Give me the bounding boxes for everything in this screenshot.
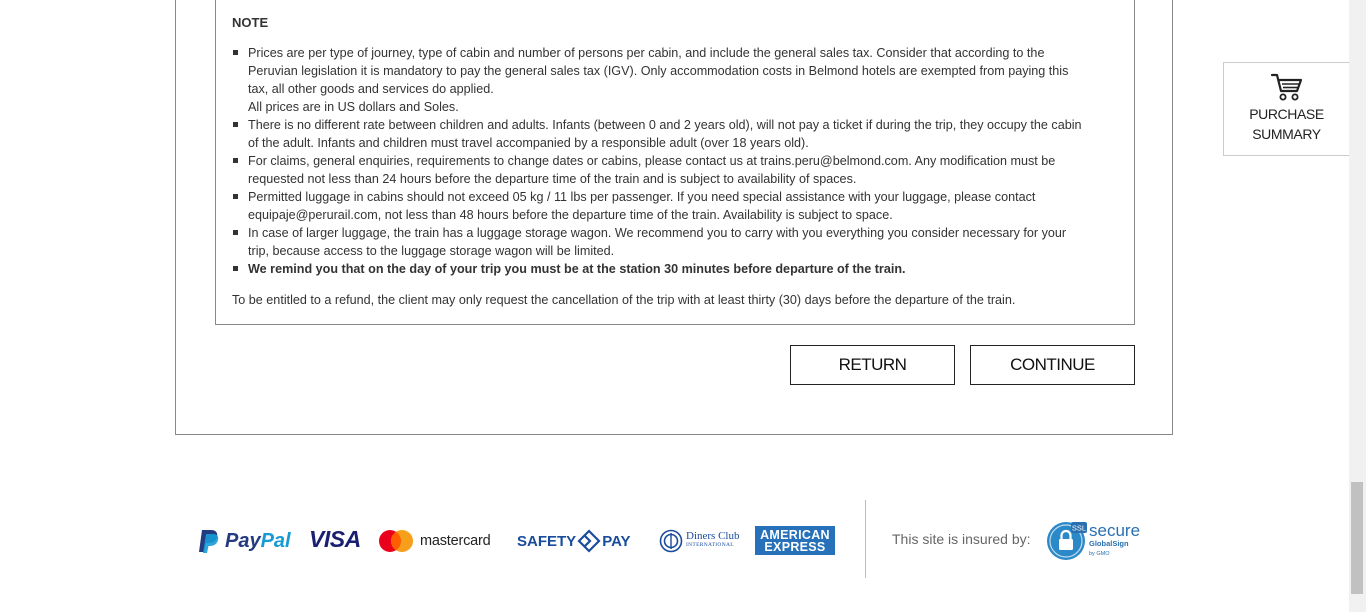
bullet-icon [233, 122, 238, 127]
note-item-luggage: Permitted luggage in cabins should not e… [232, 188, 1119, 224]
note-item-prices: Prices are per type of journey, type of … [232, 44, 1119, 116]
refund-policy-text: To be entitled to a refund, the client m… [232, 293, 1016, 307]
cart-icon [1270, 73, 1302, 101]
american-express-logo: AMERICAN EXPRESS [755, 526, 835, 555]
ssl-lock-icon: SSL [1047, 522, 1087, 560]
mastercard-icon [379, 530, 413, 552]
insured-by-label: This site is insured by: [892, 531, 1031, 547]
note-item-children: There is no different rate between child… [232, 116, 1119, 152]
footer-divider [865, 500, 866, 578]
bullet-icon [233, 230, 238, 235]
diners-club-icon [659, 529, 683, 553]
bullet-icon [233, 50, 238, 55]
purchase-summary-label: PURCHASE SUMMARY [1249, 106, 1324, 142]
paypal-icon [199, 530, 219, 553]
note-item-storage-wagon: In case of larger luggage, the train has… [232, 224, 1119, 260]
mastercard-logo: mastercard [378, 529, 491, 553]
ssl-badge-text: SSL [1072, 524, 1086, 533]
page-scrollbar[interactable] [1349, 0, 1366, 612]
note-item-reminder: We remind you that on the day of your tr… [232, 260, 1119, 278]
purchase-summary-tab[interactable]: PURCHASE SUMMARY [1223, 62, 1350, 156]
paypal-logo: PayPal [198, 527, 291, 555]
visa-logo: VISA [309, 526, 361, 552]
ssl-secure-badge: SSL secure GlobalSign by GMO [1045, 520, 1140, 562]
safetypay-logo: SAFETY PAY [517, 529, 631, 553]
note-list: Prices are per type of journey, type of … [232, 44, 1119, 278]
scrollbar-thumb[interactable] [1351, 482, 1363, 594]
bullet-icon [233, 266, 238, 271]
bullet-icon [233, 194, 238, 199]
diners-club-logo: Diners Club INTERNATIONAL [659, 529, 739, 553]
note-item-claims: For claims, general enquiries, requireme… [232, 152, 1119, 188]
continue-button[interactable]: CONTINUE [970, 345, 1135, 385]
bullet-icon [233, 158, 238, 163]
note-title: NOTE [232, 15, 269, 30]
safetypay-arrow-icon [577, 529, 601, 553]
return-button[interactable]: RETURN [790, 345, 955, 385]
note-box: NOTE Prices are per type of journey, typ… [215, 0, 1135, 325]
